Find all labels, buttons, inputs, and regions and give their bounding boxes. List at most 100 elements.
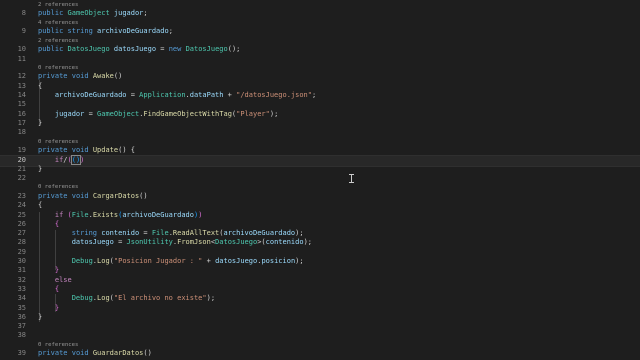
code-text[interactable]: else bbox=[38, 276, 72, 285]
code-line[interactable]: 13 { bbox=[0, 82, 640, 91]
line-number: 28 bbox=[17, 238, 26, 247]
code-line[interactable]: 32 else bbox=[0, 276, 640, 285]
code-editor[interactable]: 2 references 8 public GameObject jugador; 4… bbox=[0, 0, 640, 360]
code-text[interactable]: jugador = GameObject.FindGameObjectWithT… bbox=[38, 110, 278, 119]
code-line[interactable]: 30 Debug.Log("Posicion Jugador : " + dat… bbox=[0, 257, 640, 266]
code-line[interactable]: 16 jugador = GameObject.FindGameObjectWi… bbox=[0, 110, 640, 119]
line-number: 38 bbox=[17, 331, 26, 340]
line-number: 17 bbox=[17, 118, 26, 127]
code-token: ); bbox=[269, 109, 279, 118]
line-number: 23 bbox=[17, 191, 26, 200]
code-line[interactable]: 23 private void CargarDatos() bbox=[0, 192, 640, 201]
code-token: () bbox=[118, 146, 127, 155]
code-token: void bbox=[71, 349, 89, 358]
code-text[interactable]: public string archivoDeGuardado; bbox=[38, 27, 173, 36]
code-text[interactable]: Debug.Log("El archivo no existe"); bbox=[38, 294, 215, 303]
code-line[interactable]: 17} bbox=[0, 119, 640, 128]
line-number: 32 bbox=[17, 275, 26, 284]
code-token: GuardarDatos bbox=[92, 349, 144, 358]
code-line[interactable]: 8 public GameObject jugador; bbox=[0, 9, 640, 18]
code-line[interactable]: 38 bbox=[0, 331, 640, 340]
code-token: jugador bbox=[54, 109, 85, 118]
code-text[interactable]: if (File.Exists(archivoDeGuardado)) bbox=[38, 210, 203, 220]
code-text[interactable]: private void Awake() bbox=[38, 72, 122, 81]
code-token: { bbox=[126, 146, 135, 155]
code-token: public bbox=[38, 9, 64, 18]
code-line[interactable]: 19 private void Update() { bbox=[0, 146, 640, 155]
code-text[interactable]: archivoDeGuardado = Application.dataPath… bbox=[38, 91, 316, 100]
code-token: else bbox=[54, 275, 72, 284]
code-text[interactable]: private void GuardarDatos() bbox=[38, 349, 152, 358]
code-text[interactable]: string contenido = File.ReadAllText(arch… bbox=[38, 229, 304, 238]
code-text[interactable]: public GameObject jugador; bbox=[38, 9, 148, 18]
code-token: } bbox=[38, 312, 43, 321]
code-token: ); bbox=[206, 294, 216, 303]
code-line[interactable]: 14 archivoDeGuardado = Application.dataP… bbox=[0, 91, 640, 100]
code-text[interactable]: private void CargarDatos() bbox=[38, 192, 148, 201]
code-text[interactable]: datosJuego = JsonUtility.FromJson<DatosJ… bbox=[38, 238, 312, 247]
code-text[interactable]: { bbox=[38, 220, 59, 229]
code-line[interactable]: 33 { bbox=[0, 285, 640, 294]
code-token: "Player" bbox=[236, 109, 270, 118]
code-token: } bbox=[38, 164, 43, 173]
code-text[interactable]: private void Update() { bbox=[38, 146, 135, 155]
code-line[interactable]: 22 bbox=[0, 174, 640, 183]
line-number: 34 bbox=[17, 294, 26, 303]
line-number: 25 bbox=[17, 210, 26, 219]
code-line[interactable]: 31 } bbox=[0, 266, 640, 275]
code-token: DatosJuego bbox=[185, 45, 228, 54]
line-number: 13 bbox=[17, 81, 26, 90]
code-line[interactable]: 9 public string archivoDeGuardado; bbox=[0, 27, 640, 36]
code-token: File bbox=[151, 229, 169, 238]
code-line[interactable]: 25 if (File.Exists(archivoDeGuardado)) bbox=[0, 211, 640, 220]
code-line[interactable]: 37 bbox=[0, 322, 640, 331]
code-token: string bbox=[71, 229, 98, 238]
code-text[interactable]: } bbox=[38, 313, 42, 322]
code-token: GameObject bbox=[67, 9, 110, 18]
code-text[interactable]: { bbox=[38, 201, 42, 210]
code-line[interactable]: 21} bbox=[0, 165, 640, 174]
code-line[interactable]: 35 } bbox=[0, 304, 640, 313]
code-line[interactable]: 27 string contenido = File.ReadAllText(a… bbox=[0, 229, 640, 238]
code-line[interactable]: 12 private void Awake() bbox=[0, 72, 640, 81]
code-token: Exists bbox=[92, 210, 119, 219]
code-text[interactable]: public DatosJuego datosJuego = new Datos… bbox=[38, 45, 240, 54]
code-line[interactable]: 36} bbox=[0, 313, 640, 322]
code-token: new bbox=[168, 45, 182, 54]
code-token: private bbox=[38, 72, 68, 81]
code-line[interactable]: 24 { bbox=[0, 201, 640, 210]
code-line[interactable]: 11 bbox=[0, 55, 640, 64]
code-text[interactable]: { bbox=[38, 82, 42, 91]
code-token: contenido bbox=[101, 229, 140, 238]
code-token: Update bbox=[92, 146, 119, 155]
code-line[interactable]: 29 bbox=[0, 248, 640, 257]
code-text[interactable]: Debug.Log("Posicion Jugador : " + datosJ… bbox=[38, 257, 304, 266]
code-token: JsonUtility bbox=[126, 238, 173, 247]
code-text[interactable]: } bbox=[38, 266, 59, 275]
code-text[interactable]: { bbox=[38, 285, 59, 294]
line-number: 18 bbox=[17, 128, 26, 137]
code-line[interactable]: 34 Debug.Log("El archivo no existe"); bbox=[0, 294, 640, 303]
code-token: Log bbox=[97, 294, 110, 303]
code-text[interactable]: } bbox=[38, 304, 59, 313]
code-line[interactable]: 18 bbox=[0, 128, 640, 137]
code-text[interactable]: } bbox=[38, 165, 42, 174]
code-token: = bbox=[139, 229, 152, 238]
code-token: () bbox=[139, 191, 148, 200]
code-text[interactable]: } bbox=[38, 119, 42, 128]
code-token: ; bbox=[143, 9, 148, 18]
code-token: jugador bbox=[113, 9, 144, 18]
code-line[interactable]: 26 { bbox=[0, 220, 640, 229]
code-line[interactable]: 28 datosJuego = JsonUtility.FromJson<Dat… bbox=[0, 238, 640, 247]
code-line[interactable]: 39 private void GuardarDatos() bbox=[0, 349, 640, 358]
code-token: public bbox=[38, 45, 64, 54]
code-line[interactable]: 15 bbox=[0, 100, 640, 109]
line-number: 37 bbox=[17, 322, 26, 331]
code-line[interactable]: 10 public DatosJuego datosJuego = new Dat… bbox=[0, 45, 640, 54]
line-number: 36 bbox=[17, 312, 26, 321]
